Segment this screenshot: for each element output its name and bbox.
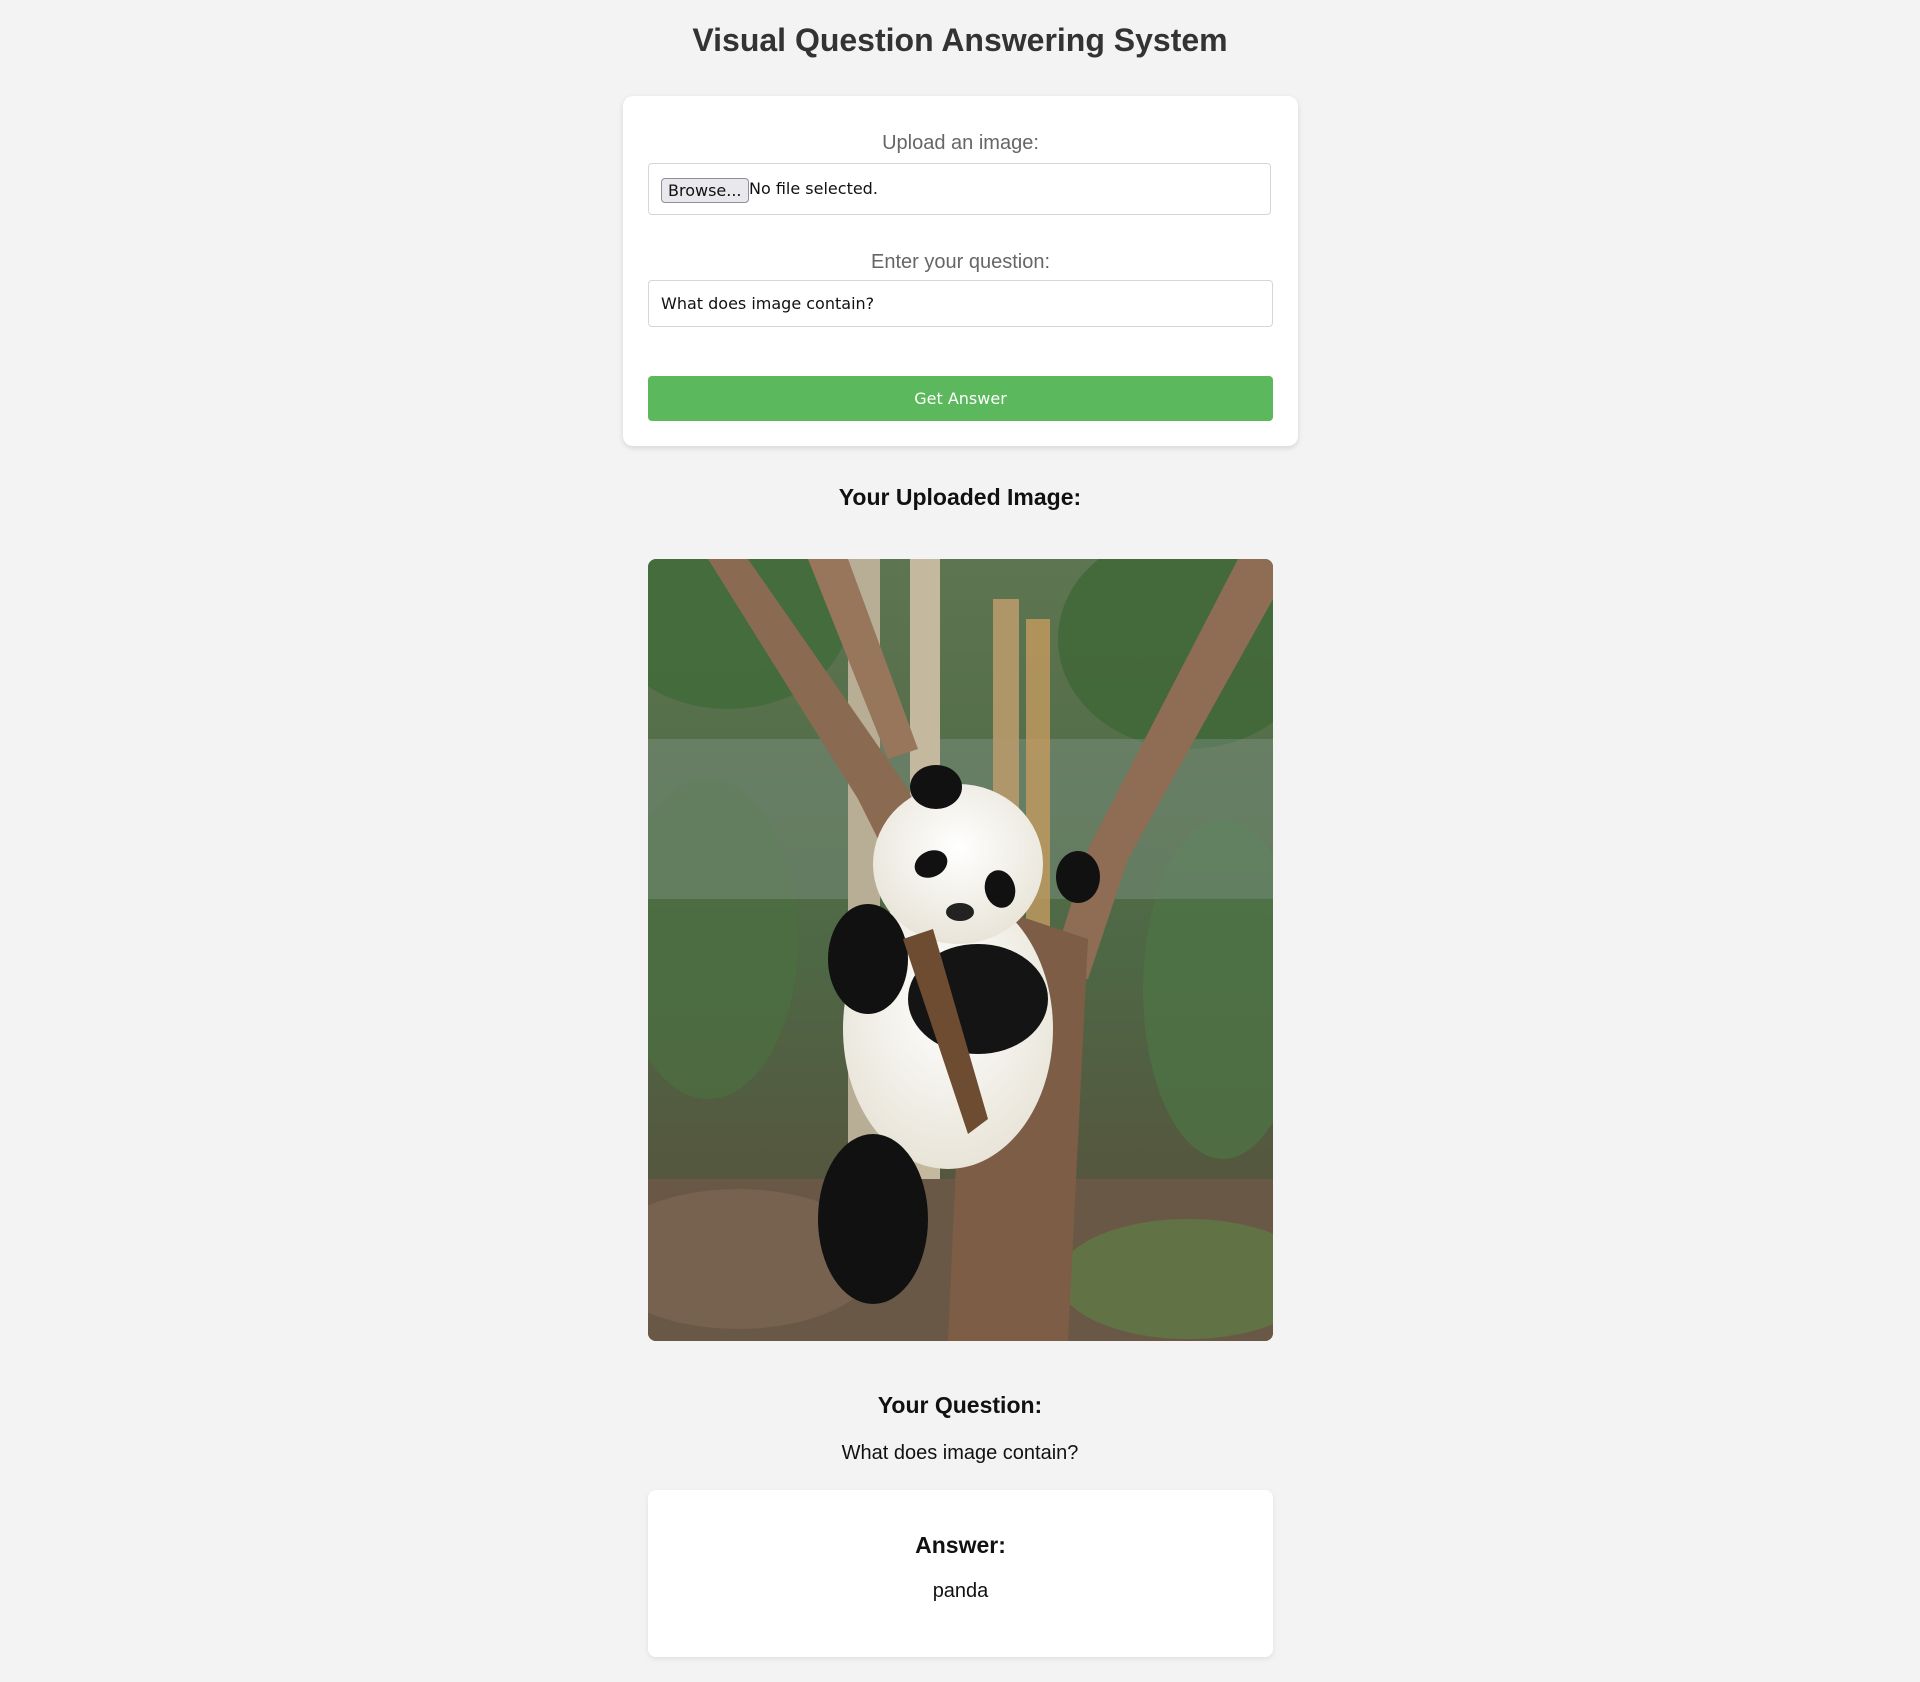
panda-photo — [648, 559, 1273, 1341]
vqa-form: Upload an image: Browse... No file selec… — [623, 96, 1298, 446]
uploaded-image-heading: Your Uploaded Image: — [838, 484, 1082, 510]
file-input[interactable]: Browse... No file selected. — [648, 163, 1271, 215]
browse-button[interactable]: Browse... — [661, 178, 749, 203]
answer-card: Answer: panda — [648, 1490, 1273, 1657]
page-title: Visual Question Answering System — [692, 22, 1228, 58]
question-label: Enter your question: — [871, 251, 1050, 273]
uploaded-image — [648, 559, 1273, 1341]
answer-heading: Answer: — [915, 1532, 1006, 1558]
question-display: What does image contain? — [841, 1442, 1079, 1464]
file-status: No file selected. — [749, 179, 878, 198]
answer-text: panda — [932, 1580, 989, 1602]
question-input[interactable] — [648, 280, 1273, 327]
upload-label: Upload an image: — [882, 132, 1039, 154]
question-heading: Your Question: — [877, 1392, 1043, 1418]
get-answer-button[interactable]: Get Answer — [648, 376, 1273, 421]
